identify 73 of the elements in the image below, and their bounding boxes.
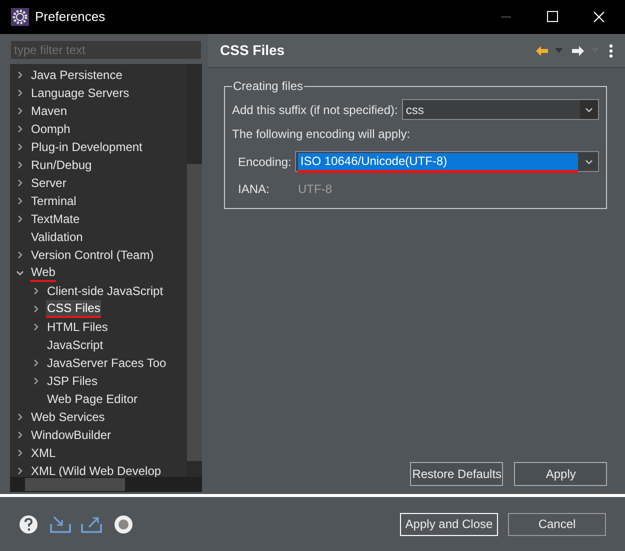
chevron-right-icon[interactable]	[32, 377, 40, 385]
tree-item[interactable]: XML	[30, 445, 57, 461]
chevron-right-icon[interactable]	[16, 197, 24, 205]
tree-item[interactable]: Maven	[30, 103, 68, 119]
chevron-right-icon[interactable]	[16, 179, 24, 187]
chevron-right-icon[interactable]	[32, 305, 40, 313]
window-title: Preferences	[35, 8, 106, 26]
back-arrow-icon[interactable]	[535, 44, 550, 56]
tree-item[interactable]: Language Servers	[30, 85, 130, 101]
tree-item[interactable]: Run/Debug	[30, 157, 93, 173]
chevron-right-icon[interactable]	[16, 107, 24, 115]
encoding-note: The following encoding will apply:	[232, 126, 412, 143]
chevron-right-icon[interactable]	[32, 359, 40, 367]
chevron-right-icon[interactable]	[16, 467, 24, 475]
tree-item[interactable]: JavaScript	[46, 337, 104, 353]
tree-item[interactable]: JavaServer Faces Too	[46, 355, 168, 371]
cancel-button[interactable]: Cancel	[508, 512, 606, 536]
encoding-value: ISO 10646/Unicode(UTF-8)	[298, 153, 578, 170]
tree-item[interactable]: HTML Files	[46, 319, 109, 335]
chevron-right-icon[interactable]	[16, 413, 24, 421]
maximize-icon[interactable]	[547, 11, 559, 23]
tree-item[interactable]: Plug-in Development	[30, 139, 144, 155]
encoding-label: Encoding:	[238, 154, 292, 170]
chevron-right-icon[interactable]	[16, 431, 24, 439]
chevron-right-icon[interactable]	[16, 143, 24, 151]
page-title: CSS Files	[220, 41, 285, 60]
chevron-down-icon[interactable]	[585, 158, 594, 166]
suffix-label: Add this suffix (if not specified):	[232, 102, 398, 118]
chevron-right-icon[interactable]	[16, 449, 24, 457]
encoding-dropdown[interactable]: ISO 10646/Unicode(UTF-8)	[295, 151, 600, 172]
vertical-scrollbar[interactable]	[187, 64, 202, 477]
chevron-down-icon[interactable]	[585, 106, 594, 114]
chevron-right-icon[interactable]	[16, 251, 24, 259]
scrollbar-thumb[interactable]	[187, 164, 202, 461]
chevron-right-icon[interactable]	[16, 71, 24, 79]
suffix-dropdown[interactable]: css	[402, 99, 600, 120]
export-icon[interactable]	[81, 515, 102, 533]
tree-item[interactable]: Oomph	[30, 121, 72, 137]
forward-arrow-icon[interactable]	[571, 44, 586, 56]
more-icon[interactable]	[609, 44, 614, 58]
tree-item[interactable]: WindowBuilder	[30, 427, 112, 443]
tree-item[interactable]: Version Control (Team)	[30, 247, 155, 263]
help-icon[interactable]	[19, 514, 38, 534]
record-icon[interactable]	[114, 514, 133, 534]
group-title: Creating files	[232, 79, 304, 93]
restore-defaults-button[interactable]: Restore Defaults	[410, 462, 504, 486]
iana-value: UTF-8	[298, 181, 332, 198]
apply-and-close-button[interactable]: Apply and Close	[400, 512, 498, 536]
chevron-right-icon[interactable]	[16, 161, 24, 169]
scrollbar-thumb[interactable]	[25, 478, 125, 491]
chevron-right-icon[interactable]	[16, 215, 24, 223]
tree-item[interactable]: Web Services	[30, 409, 106, 425]
import-icon[interactable]	[50, 515, 71, 533]
chevron-right-icon[interactable]	[32, 323, 40, 331]
tree-item[interactable]: Client-side JavaScript	[46, 283, 164, 299]
gear-icon	[11, 8, 29, 26]
tree-item[interactable]: Terminal	[30, 193, 78, 209]
chevron-right-icon[interactable]	[16, 125, 24, 133]
iana-label: IANA:	[238, 181, 270, 198]
tree-item[interactable]: Web	[30, 264, 56, 282]
horizontal-scrollbar[interactable]	[10, 477, 202, 492]
tree-item[interactable]: Web Page Editor	[46, 391, 138, 407]
tree-item[interactable]: TextMate	[30, 211, 81, 227]
chevron-down-icon[interactable]	[16, 269, 24, 277]
apply-button[interactable]: Apply	[514, 462, 608, 486]
tree-item[interactable]: Java Persistence	[30, 67, 124, 83]
chevron-right-icon[interactable]	[16, 89, 24, 97]
tree-item[interactable]: Validation	[30, 229, 84, 245]
tree-item[interactable]: Server	[30, 175, 68, 191]
close-icon[interactable]	[593, 11, 605, 23]
chevron-right-icon[interactable]	[32, 287, 40, 295]
tree-item[interactable]: CSS Files	[46, 300, 102, 318]
tree-item[interactable]: JSP Files	[46, 373, 98, 389]
